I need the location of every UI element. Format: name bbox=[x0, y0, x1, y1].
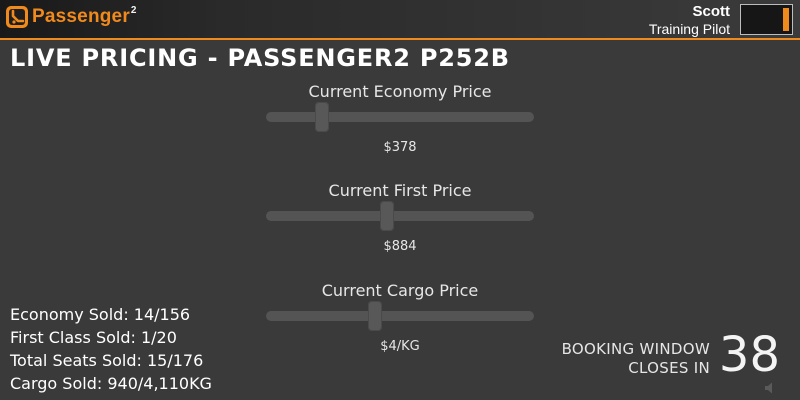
cargo-price-control: Current Cargo Price $4/KG bbox=[260, 281, 540, 354]
passenger-logo-icon bbox=[6, 6, 28, 28]
booking-countdown: 38 bbox=[718, 327, 780, 383]
cargo-price-slider-thumb[interactable] bbox=[367, 301, 382, 331]
pilot-level-meter bbox=[740, 4, 793, 35]
user-info[interactable]: Scott Training Pilot bbox=[649, 3, 730, 38]
cargo-sold-stat: Cargo Sold: 940/4,110KG bbox=[10, 374, 212, 393]
total-seats-sold-stat: Total Seats Sold: 15/176 bbox=[10, 351, 204, 370]
booking-window-label: BOOKING WINDOW CLOSES IN bbox=[562, 340, 710, 378]
booking-window-line1: BOOKING WINDOW bbox=[561, 340, 710, 358]
economy-price-value: $378 bbox=[383, 140, 417, 155]
user-role: Training Pilot bbox=[648, 21, 730, 37]
cargo-price-slider[interactable] bbox=[266, 301, 534, 331]
economy-price-control: Current Economy Price $378 bbox=[260, 82, 540, 155]
first-price-control: Current First Price $884 bbox=[260, 181, 540, 254]
cargo-price-label: Current Cargo Price bbox=[321, 281, 479, 300]
first-price-value: $884 bbox=[383, 239, 417, 254]
economy-price-label: Current Economy Price bbox=[308, 82, 492, 101]
first-price-slider-thumb[interactable] bbox=[379, 201, 394, 231]
page-title: LIVE PRICING - PASSENGER2 P252B bbox=[10, 44, 510, 72]
economy-sold-stat: Economy Sold: 14/156 bbox=[10, 305, 191, 324]
user-name: Scott bbox=[692, 3, 731, 20]
first-price-label: Current First Price bbox=[328, 181, 472, 200]
pilot-level-fill bbox=[783, 8, 789, 31]
first-price-slider[interactable] bbox=[266, 201, 534, 231]
first-class-sold-stat: First Class Sold: 1/20 bbox=[10, 328, 177, 347]
economy-price-slider-thumb[interactable] bbox=[315, 102, 330, 132]
sales-stats: Economy Sold: 14/156 First Class Sold: 1… bbox=[10, 303, 212, 395]
top-bar: Passenger 2 Scott Training Pilot bbox=[0, 0, 800, 40]
booking-window-line2: CLOSES IN bbox=[628, 359, 710, 377]
speaker-icon[interactable] bbox=[764, 381, 776, 395]
cargo-price-value: $4/KG bbox=[380, 339, 420, 354]
brand-name: Passenger bbox=[32, 6, 130, 27]
economy-price-slider[interactable] bbox=[266, 102, 534, 132]
app-logo[interactable]: Passenger 2 bbox=[6, 4, 137, 28]
brand-superscript: 2 bbox=[130, 4, 137, 16]
